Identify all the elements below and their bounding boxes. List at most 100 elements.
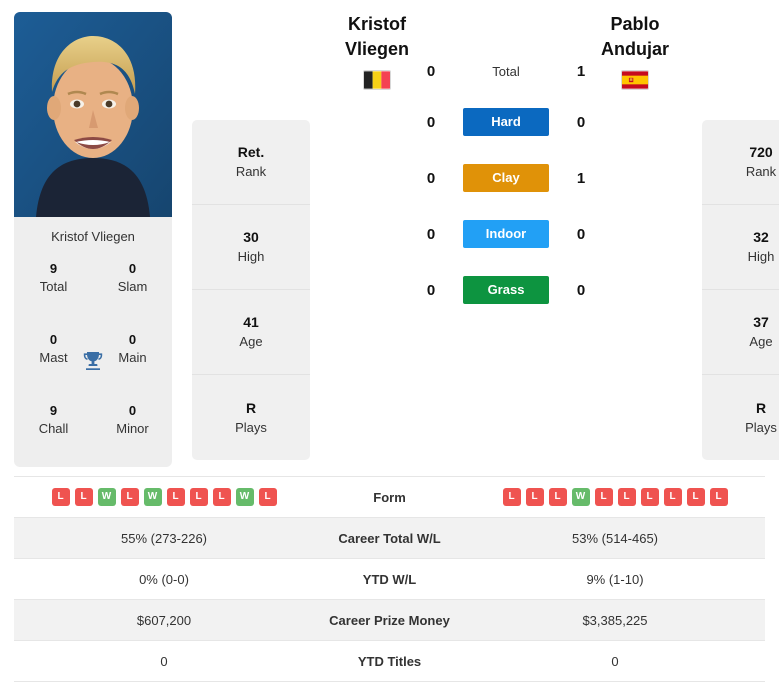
player-first-name-right: Pablo bbox=[610, 14, 660, 34]
stat-label: High bbox=[237, 249, 265, 264]
form-badge-loss[interactable]: L bbox=[51, 488, 70, 506]
career-total-wl-left: 55% (273-226) bbox=[14, 517, 314, 559]
table-row-form: LLWLWLLLWL Form LLLWLLLLLL bbox=[14, 476, 765, 518]
career-prize-money-right: $3,385,225 bbox=[465, 599, 765, 641]
hard-left-score: 0 bbox=[426, 113, 436, 131]
form-badge-loss[interactable]: L bbox=[594, 488, 613, 506]
stat-row: 30 High bbox=[192, 205, 310, 290]
form-badge-loss[interactable]: L bbox=[640, 488, 659, 506]
title-value: 9 bbox=[49, 261, 58, 276]
form-badge-win[interactable]: W bbox=[235, 488, 254, 506]
form-badge-loss[interactable]: L bbox=[166, 488, 185, 506]
stat-row: 37 Age bbox=[702, 290, 779, 375]
stat-value: 37 bbox=[753, 314, 769, 330]
title-cell: 0 Slam bbox=[93, 254, 172, 325]
table-row-ytd-titles: 0 YTD Titles 0 bbox=[14, 640, 765, 682]
surface-breakdown: 0 Total 1 0 Hard 0 0 Clay 1 0 Indoor 0 0 bbox=[316, 63, 696, 318]
stat-row: Ret. Rank bbox=[192, 120, 310, 205]
title-label: Slam bbox=[117, 279, 148, 294]
row-label-career-prize-money: Career Prize Money bbox=[314, 599, 465, 641]
player-name-left: Kristof Vliegen bbox=[51, 229, 135, 244]
h2h-surface-row-hard: 0 Hard 0 bbox=[316, 94, 696, 150]
form-cell-right: LLLWLLLLLL bbox=[465, 476, 765, 518]
title-cell: 9 Total bbox=[14, 254, 93, 325]
career-total-wl-right: 53% (514-465) bbox=[465, 517, 765, 559]
stat-value: 41 bbox=[243, 314, 259, 330]
stat-label: Rank bbox=[745, 164, 777, 179]
stat-value: 30 bbox=[243, 229, 259, 245]
title-cell: 0 Minor bbox=[93, 396, 172, 467]
surface-badge-grass[interactable]: Grass bbox=[463, 276, 549, 304]
stat-strip-right: 720 Rank 32 High 37 Age R Plays bbox=[702, 120, 779, 460]
grass-left-score: 0 bbox=[426, 281, 436, 299]
title-value: 9 bbox=[49, 403, 58, 418]
title-label: Total bbox=[39, 279, 68, 294]
trophy-icon bbox=[80, 348, 106, 374]
form-badge-loss[interactable]: L bbox=[617, 488, 636, 506]
player-card-left[interactable]: Kristof Vliegen 9 Total 0 Slam 0 Mast 0 … bbox=[14, 12, 172, 467]
center-column: Kristof Vliegen Pablo Andujar 0 Total 1 bbox=[310, 12, 702, 318]
stat-value: 720 bbox=[749, 144, 773, 160]
ytd-wl-right: 9% (1-10) bbox=[465, 558, 765, 600]
indoor-right-score: 0 bbox=[576, 225, 586, 243]
stat-row: 32 High bbox=[702, 205, 779, 290]
form-badge-loss[interactable]: L bbox=[120, 488, 139, 506]
form-badge-win[interactable]: W bbox=[571, 488, 590, 506]
form-badge-win[interactable]: W bbox=[97, 488, 116, 506]
form-badge-loss[interactable]: L bbox=[212, 488, 231, 506]
form-badge-loss[interactable]: L bbox=[258, 488, 277, 506]
title-value: 0 bbox=[128, 261, 137, 276]
form-list-right: LLLWLLLLLL bbox=[465, 488, 765, 506]
form-badge-loss[interactable]: L bbox=[709, 488, 728, 506]
row-label-ytd-wl: YTD W/L bbox=[314, 558, 465, 600]
clay-right-score: 1 bbox=[576, 169, 586, 187]
row-label-form: Form bbox=[314, 476, 465, 518]
stat-label: Age bbox=[749, 334, 773, 349]
stat-label: Rank bbox=[235, 164, 267, 179]
h2h-total-left-score: 0 bbox=[426, 62, 436, 80]
stat-label: Plays bbox=[745, 419, 777, 435]
form-badge-loss[interactable]: L bbox=[74, 488, 93, 506]
grass-right-score: 0 bbox=[576, 281, 586, 299]
form-badge-win[interactable]: W bbox=[143, 488, 162, 506]
title-value: 0 bbox=[128, 332, 137, 347]
ytd-titles-left: 0 bbox=[14, 640, 314, 682]
h2h-total-right-score: 1 bbox=[576, 62, 586, 80]
surface-badge-clay[interactable]: Clay bbox=[463, 164, 549, 192]
hard-right-score: 0 bbox=[576, 113, 586, 131]
row-label-career-total-wl: Career Total W/L bbox=[314, 517, 465, 559]
stat-label: High bbox=[747, 249, 775, 264]
stat-value: R bbox=[245, 399, 257, 416]
stat-row: R Plays bbox=[702, 375, 779, 460]
stat-strip-left: Ret. Rank 30 High 41 Age R Plays bbox=[192, 120, 310, 460]
form-badge-loss[interactable]: L bbox=[502, 488, 521, 506]
title-label: Minor bbox=[116, 421, 149, 436]
form-badge-loss[interactable]: L bbox=[663, 488, 682, 506]
player-first-name-left: Kristof bbox=[348, 14, 406, 34]
form-badge-loss[interactable]: L bbox=[686, 488, 705, 506]
row-label-ytd-titles: YTD Titles bbox=[314, 640, 465, 682]
stat-value: 32 bbox=[753, 229, 769, 245]
ytd-titles-right: 0 bbox=[465, 640, 765, 682]
clay-left-score: 0 bbox=[426, 169, 436, 187]
stat-value: R bbox=[755, 399, 767, 416]
form-cell-left: LLWLWLLLWL bbox=[14, 476, 314, 518]
table-row-ytd-wl: 0% (0-0) YTD W/L 9% (1-10) bbox=[14, 558, 765, 600]
form-badge-loss[interactable]: L bbox=[189, 488, 208, 506]
stat-row: 41 Age bbox=[192, 290, 310, 375]
form-badge-loss[interactable]: L bbox=[548, 488, 567, 506]
h2h-surface-row-clay: 0 Clay 1 bbox=[316, 150, 696, 206]
h2h-surface-row-grass: 0 Grass 0 bbox=[316, 262, 696, 318]
comparison-table: LLWLWLLLWL Form LLLWLLLLLL 55% (273-226)… bbox=[14, 476, 765, 682]
h2h-total-row: 0 Total 1 bbox=[316, 48, 696, 94]
surface-badge-hard[interactable]: Hard bbox=[463, 108, 549, 136]
surface-badge-indoor[interactable]: Indoor bbox=[463, 220, 549, 248]
stat-label: Age bbox=[239, 334, 263, 349]
form-badge-loss[interactable]: L bbox=[525, 488, 544, 506]
h2h-total-label: Total bbox=[492, 63, 520, 79]
player-photo-left bbox=[14, 12, 172, 217]
title-cell: 9 Chall bbox=[14, 396, 93, 467]
head-to-head-top: Kristof Vliegen 9 Total 0 Slam 0 Mast 0 … bbox=[0, 0, 779, 470]
title-value: 0 bbox=[128, 403, 137, 418]
career-prize-money-left: $607,200 bbox=[14, 599, 314, 641]
